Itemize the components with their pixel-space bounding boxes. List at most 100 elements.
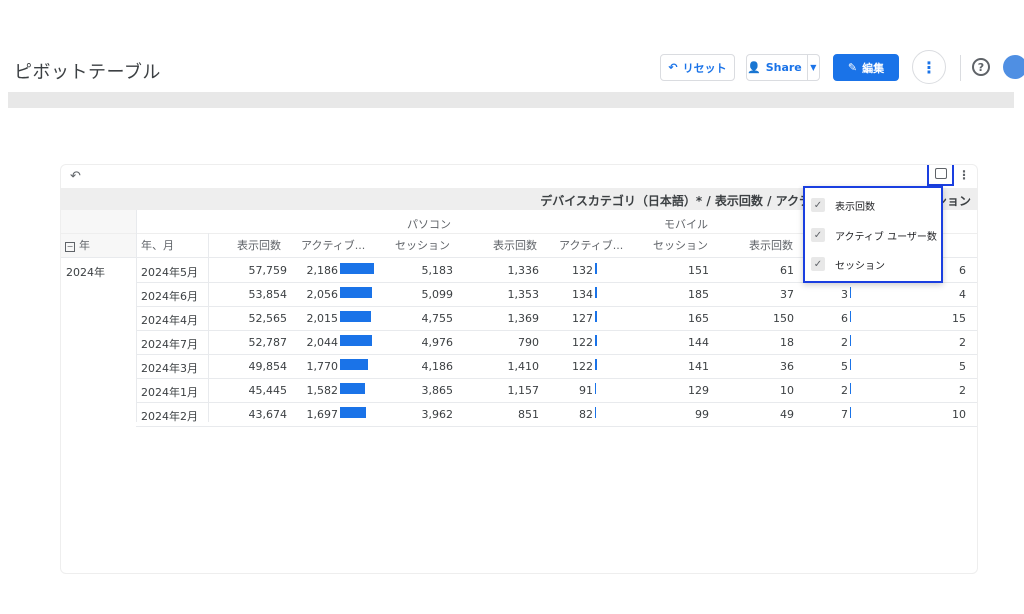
month-cell: 2024年5月 — [141, 266, 198, 279]
chart-settings-icon — [934, 167, 947, 179]
mobile-users-cell: 82 — [579, 408, 593, 421]
page-title: ピボットテーブル — [14, 62, 161, 83]
metric-option-sessions[interactable]: ✓ セッション — [811, 253, 941, 275]
mobile-views-cell: 1,353 — [507, 288, 540, 301]
mobile-users-cell: 132 — [572, 264, 593, 277]
mobile-users-bar — [595, 383, 596, 394]
undo-icon: ↶ — [668, 61, 678, 74]
metric-option-views[interactable]: ✓ 表示回数 — [811, 194, 941, 216]
help-icon[interactable]: ? — [972, 58, 990, 76]
reset-button[interactable]: ↶ リセット — [660, 54, 735, 81]
share-dropdown-caret[interactable]: ▼ — [806, 55, 819, 80]
chart-settings-button[interactable] — [927, 165, 954, 186]
row-dim-month-header[interactable]: 年、月 — [141, 237, 174, 253]
edit-label: 編集 — [862, 61, 885, 75]
mobile-users-bar — [595, 359, 597, 370]
tablet-users-cell: 6 — [841, 312, 848, 325]
month-cell: 2024年1月 — [141, 386, 198, 399]
metric-option-label: 表示回数 — [835, 201, 875, 213]
tablet-sessions-cell: 2 — [959, 384, 966, 397]
mobile-views-header[interactable]: 表示回数 — [493, 237, 537, 253]
mobile-users-cell: 122 — [572, 360, 593, 373]
tablet-users-cell: 5 — [841, 360, 848, 373]
mobile-users-cell: 122 — [572, 336, 593, 349]
row-divider — [136, 402, 977, 403]
tablet-users-bar — [850, 359, 851, 370]
mobile-views-cell: 1,336 — [507, 264, 540, 277]
mobile-users-bar — [595, 287, 597, 298]
mobile-views-cell: 1,410 — [507, 360, 540, 373]
pc-users-bar — [340, 359, 368, 370]
tablet-views-cell: 150 — [773, 312, 794, 325]
pc-users-cell: 2,186 — [306, 264, 339, 277]
mobile-users-header[interactable]: アクティブ... — [559, 237, 623, 253]
tablet-views-cell: 10 — [780, 384, 794, 397]
tablet-views-cell: 37 — [780, 288, 794, 301]
mobile-sessions-cell: 129 — [688, 384, 709, 397]
check-icon[interactable]: ✓ — [811, 228, 825, 242]
mobile-users-bar — [595, 263, 597, 274]
tablet-sessions-cell: 5 — [959, 360, 966, 373]
pencil-icon: ✎ — [847, 61, 858, 74]
row-dim-year-header[interactable]: − 年 — [65, 237, 90, 253]
tablet-views-header[interactable]: 表示回数 — [749, 237, 793, 253]
month-cell: 2024年6月 — [141, 290, 198, 303]
share-button[interactable]: 👤 Share ▼ — [746, 54, 820, 81]
mobile-sessions-cell: 99 — [695, 408, 709, 421]
pc-users-header[interactable]: アクティブ... — [301, 237, 365, 253]
divider — [960, 55, 961, 81]
mobile-sessions-cell: 144 — [688, 336, 709, 349]
mobile-users-cell: 91 — [579, 384, 593, 397]
collapse-icon[interactable]: − — [65, 242, 75, 252]
tablet-users-bar — [850, 311, 851, 322]
tablet-views-cell: 18 — [780, 336, 794, 349]
more-options-button[interactable]: ⋮ — [912, 50, 946, 84]
pc-users-bar — [340, 311, 371, 322]
mobile-views-cell: 1,157 — [507, 384, 540, 397]
metric-option-active-users[interactable]: ✓ アクティブ ユーザー数 — [811, 224, 941, 246]
mobile-views-cell: 790 — [518, 336, 539, 349]
pc-sessions-cell: 5,099 — [421, 288, 454, 301]
avatar[interactable] — [1003, 55, 1024, 79]
reset-label: リセット — [682, 61, 727, 75]
device-group-pc: パソコン — [407, 218, 451, 231]
row-dim-year-label: 年 — [79, 239, 90, 252]
pc-sessions-cell: 4,755 — [421, 312, 454, 325]
pc-users-cell: 1,697 — [306, 408, 339, 421]
pc-sessions-cell: 3,865 — [421, 384, 454, 397]
pc-sessions-header[interactable]: セッション — [395, 237, 450, 253]
row-divider — [136, 378, 977, 379]
mobile-sessions-header[interactable]: セッション — [653, 237, 708, 253]
edit-button[interactable]: ✎ 編集 — [833, 54, 899, 81]
tablet-views-cell: 49 — [780, 408, 794, 421]
row-divider — [136, 354, 977, 355]
pc-sessions-cell: 4,186 — [421, 360, 454, 373]
pc-users-cell: 1,582 — [306, 384, 339, 397]
tablet-sessions-cell: 4 — [959, 288, 966, 301]
check-icon[interactable]: ✓ — [811, 198, 825, 212]
tablet-views-cell: 61 — [780, 264, 794, 277]
device-group-mobile: モバイル — [664, 218, 708, 231]
mobile-sessions-cell: 141 — [688, 360, 709, 373]
tablet-sessions-cell: 2 — [959, 336, 966, 349]
tablet-views-cell: 36 — [780, 360, 794, 373]
mobile-users-cell: 134 — [572, 288, 593, 301]
check-icon[interactable]: ✓ — [811, 257, 825, 271]
undo-icon[interactable]: ↶ — [70, 169, 81, 184]
top-bar: ピボットテーブル ↶ リセット 👤 Share ▼ ✎ 編集 ⋮ ? — [0, 0, 1024, 92]
person-add-icon: 👤 — [747, 61, 761, 74]
month-cell: 2024年7月 — [141, 338, 198, 351]
mobile-sessions-cell: 185 — [688, 288, 709, 301]
pc-views-header[interactable]: 表示回数 — [237, 237, 281, 253]
chart-kebab-icon[interactable]: ⋮ — [958, 168, 970, 182]
pc-sessions-cell: 4,976 — [421, 336, 454, 349]
pc-users-cell: 2,015 — [306, 312, 339, 325]
pc-users-cell: 2,056 — [306, 288, 339, 301]
row-divider — [136, 426, 977, 427]
tablet-users-cell: 2 — [841, 384, 848, 397]
metric-option-label: セッション — [835, 260, 885, 272]
tablet-users-cell: 7 — [841, 408, 848, 421]
month-cell: 2024年3月 — [141, 362, 198, 375]
pc-users-bar — [340, 407, 366, 418]
kebab-icon: ⋮ — [921, 57, 937, 77]
